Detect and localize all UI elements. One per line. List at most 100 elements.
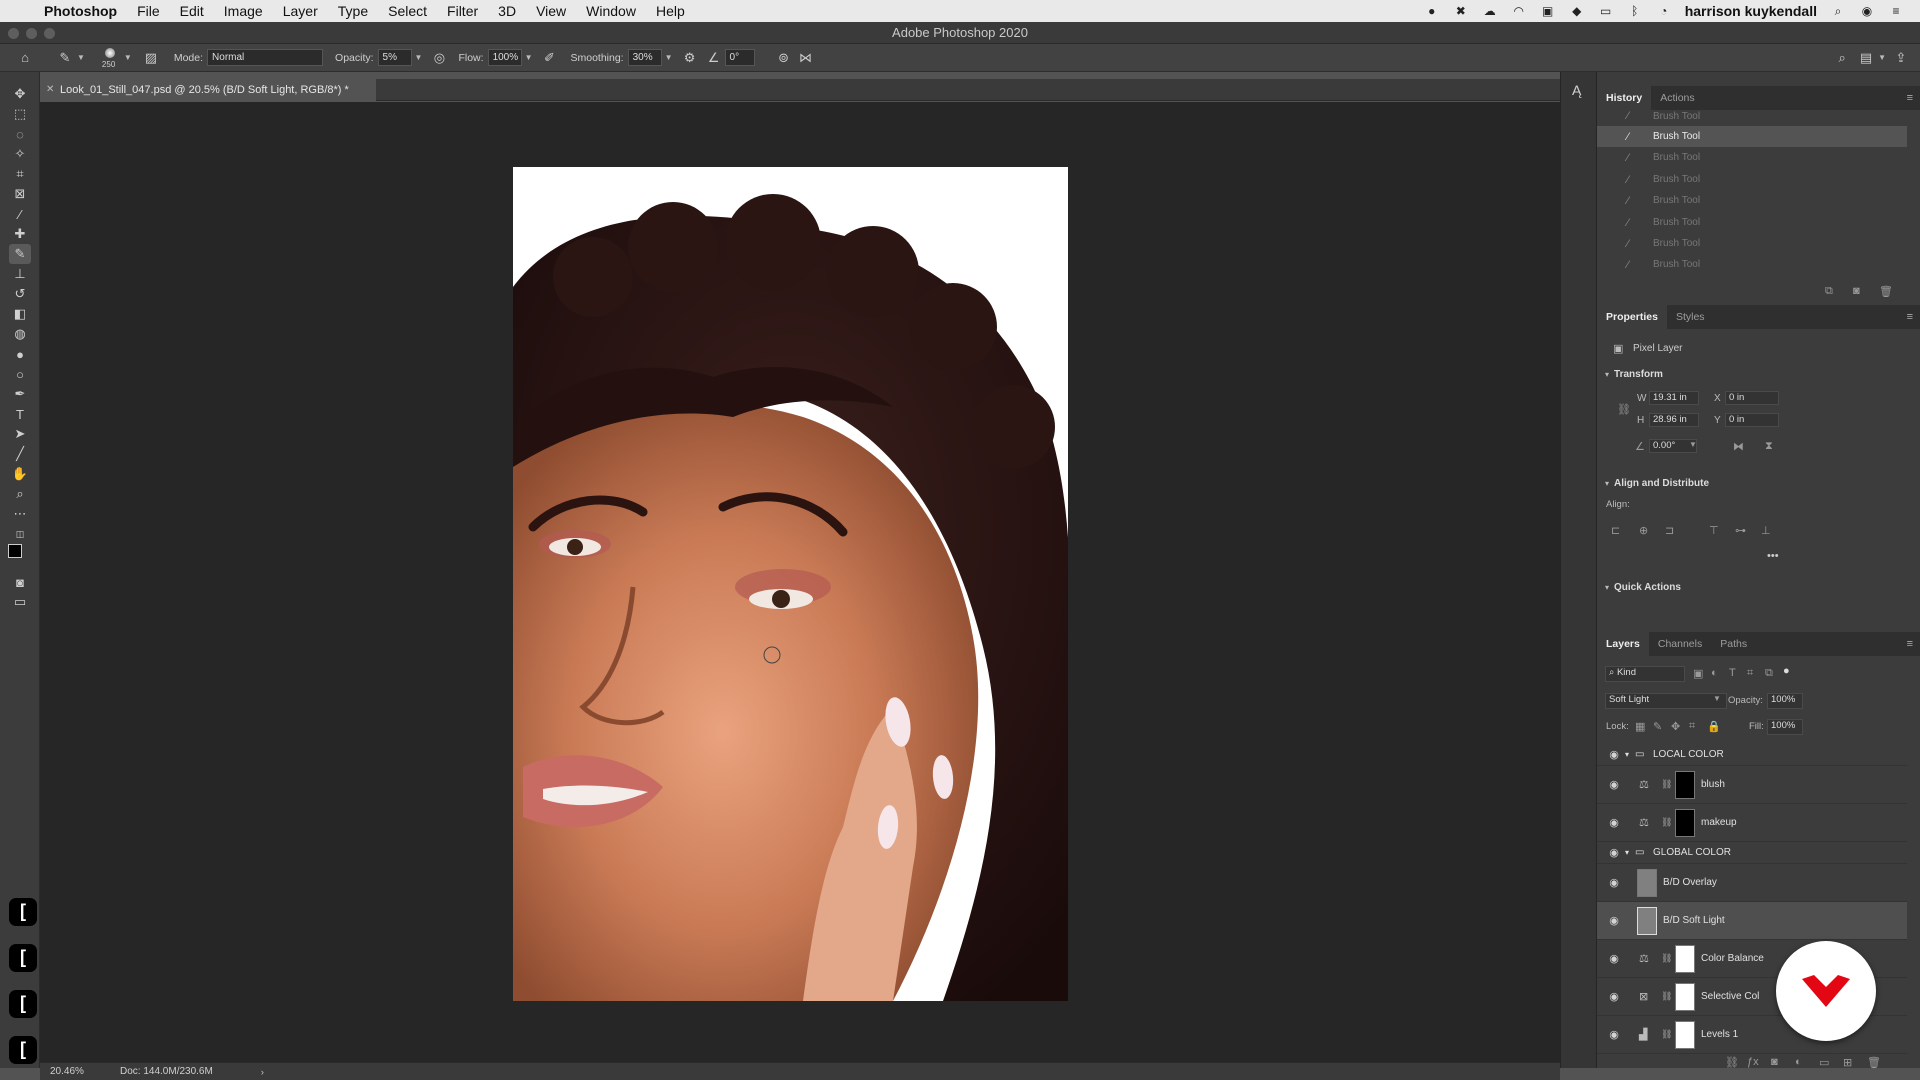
- filter-pixel-icon[interactable]: ▣: [1693, 667, 1703, 680]
- pressure-size-icon[interactable]: ⊚: [775, 49, 793, 67]
- filter-toggle-icon[interactable]: ●: [1783, 665, 1790, 677]
- eye-icon[interactable]: ◉: [1603, 1028, 1625, 1041]
- history-item[interactable]: ⁄ Brush Tool: [1597, 110, 1907, 122]
- tab-paths[interactable]: Paths: [1711, 632, 1756, 656]
- align-top-edges-icon[interactable]: ⊤: [1709, 524, 1719, 537]
- frame-tool-icon[interactable]: ⊠: [9, 184, 31, 204]
- panel-menu-icon[interactable]: ≡: [1907, 92, 1913, 104]
- document-tab[interactable]: ✕ Look_01_Still_047.psd @ 20.5% (B/D Sof…: [40, 79, 376, 101]
- tab-actions[interactable]: Actions: [1651, 86, 1703, 110]
- creative-cloud-icon[interactable]: ◠: [1511, 4, 1527, 18]
- history-item[interactable]: ⁄ Brush Tool: [1597, 254, 1907, 275]
- edit-toolbar-icon[interactable]: ⋯: [9, 504, 31, 524]
- tab-properties[interactable]: Properties: [1597, 305, 1667, 329]
- chevron-right-icon[interactable]: ›: [261, 1067, 264, 1077]
- blend-mode-select[interactable]: Soft Light: [1605, 693, 1727, 709]
- layer-row-makeup[interactable]: ◉ ⚖ ⛓ makeup: [1597, 804, 1907, 842]
- filter-shape-icon[interactable]: ⌗: [1747, 667, 1753, 680]
- align-horizontal-centers-icon[interactable]: ⊕: [1639, 524, 1648, 537]
- tab-styles[interactable]: Styles: [1667, 305, 1714, 329]
- bluetooth-icon[interactable]: ᛒ: [1627, 4, 1643, 18]
- tab-layers[interactable]: Layers: [1597, 632, 1649, 656]
- height-field[interactable]: 28.96 in: [1649, 413, 1699, 427]
- trash-icon[interactable]: 🗑: [1867, 1056, 1881, 1069]
- trash-icon[interactable]: 🗑: [1879, 285, 1893, 298]
- eye-icon[interactable]: ◉: [1603, 816, 1625, 829]
- close-window-icon[interactable]: [8, 28, 19, 39]
- lock-transparent-pixels-icon[interactable]: ▦: [1635, 720, 1645, 733]
- brush-tool-preset-icon[interactable]: ✎: [56, 49, 74, 67]
- notification-center-icon[interactable]: ≡: [1888, 4, 1904, 18]
- lock-image-pixels-icon[interactable]: ✎: [1653, 720, 1662, 733]
- history-item[interactable]: ⁄ Brush Tool: [1597, 126, 1907, 147]
- eraser-tool-icon[interactable]: ◧: [9, 304, 31, 324]
- angle-dropdown-icon[interactable]: ▼: [1689, 440, 1697, 449]
- type-tool-icon[interactable]: T: [9, 404, 31, 424]
- eye-icon[interactable]: ◉: [1603, 990, 1625, 1003]
- more-options-icon[interactable]: •••: [1767, 550, 1779, 562]
- close-tab-icon[interactable]: ✕: [46, 79, 54, 101]
- layer-mask-thumbnail[interactable]: [1675, 1020, 1695, 1049]
- zoom-tool-icon[interactable]: ⌕: [9, 484, 31, 504]
- layer-row-bd-soft-light[interactable]: ◉ B/D Soft Light: [1597, 902, 1907, 940]
- history-item[interactable]: ⁄ Brush Tool: [1597, 212, 1907, 233]
- menu-select[interactable]: Select: [388, 3, 427, 19]
- screen-icon[interactable]: ▣: [1540, 4, 1556, 18]
- align-vertical-centers-icon[interactable]: ⊶: [1735, 524, 1746, 537]
- x-field[interactable]: 0 in: [1725, 391, 1779, 405]
- opacity-input[interactable]: 5%: [377, 49, 412, 66]
- paragraph-panel-icon[interactable]: Ą: [1572, 82, 1581, 98]
- filter-type-icon[interactable]: T: [1729, 667, 1736, 679]
- cloud-icon[interactable]: ☁: [1482, 4, 1498, 18]
- panel-menu-icon[interactable]: ≡: [1907, 311, 1913, 323]
- layer-mask-thumbnail[interactable]: [1675, 808, 1695, 837]
- search-icon[interactable]: ⌕: [1833, 49, 1851, 67]
- healing-brush-tool-icon[interactable]: ✚: [9, 224, 31, 244]
- lock-all-icon[interactable]: 🔒: [1707, 720, 1721, 733]
- layer-row-blush[interactable]: ◉ ⚖ ⛓ blush: [1597, 766, 1907, 804]
- foreground-color-swatch[interactable]: [8, 544, 22, 558]
- document-size[interactable]: Doc: 144.0M/230.6M: [120, 1066, 213, 1077]
- zoom-level[interactable]: 20.46%: [50, 1066, 120, 1077]
- crop-tool-icon[interactable]: ⌗: [9, 164, 31, 184]
- menu-window[interactable]: Window: [586, 3, 636, 19]
- mode-select[interactable]: Normal: [207, 49, 324, 66]
- move-tool-icon[interactable]: ✥: [9, 84, 31, 104]
- search-icon[interactable]: ⌕: [1830, 4, 1846, 18]
- history-item[interactable]: ⁄ Brush Tool: [1597, 233, 1907, 254]
- clone-stamp-tool-icon[interactable]: ⊥: [9, 264, 31, 284]
- user-name[interactable]: harrison kuykendall: [1685, 3, 1817, 19]
- layer-mask-thumbnail[interactable]: [1675, 944, 1695, 973]
- display-icon[interactable]: ▭: [1598, 4, 1614, 18]
- new-layer-icon[interactable]: ⊞: [1843, 1056, 1852, 1069]
- snapshot-camera-icon[interactable]: ◙: [1853, 285, 1860, 297]
- fill-input[interactable]: 100%: [1767, 719, 1803, 735]
- panel-menu-icon[interactable]: ≡: [1907, 638, 1913, 650]
- layer-thumbnail[interactable]: [1637, 906, 1657, 935]
- brush-size-dropdown-icon[interactable]: ▼: [124, 53, 132, 62]
- eye-icon[interactable]: ◉: [1603, 914, 1625, 927]
- history-item[interactable]: ⁄ Brush Tool: [1597, 147, 1907, 168]
- filter-adjustment-icon[interactable]: ◐: [1711, 667, 1718, 679]
- layer-mask-thumbnail[interactable]: [1675, 982, 1695, 1011]
- wifi-icon[interactable]: ◔: [1656, 4, 1672, 18]
- new-adjustment-layer-icon[interactable]: ◐: [1795, 1056, 1802, 1068]
- workspace-dropdown-icon[interactable]: ▼: [1878, 53, 1886, 62]
- menu-image[interactable]: Image: [224, 3, 263, 19]
- lock-position-icon[interactable]: ✥: [1671, 720, 1680, 733]
- layer-style-fx-icon[interactable]: ƒx: [1747, 1056, 1759, 1068]
- hand-tool-icon[interactable]: ✋: [9, 464, 31, 484]
- align-right-edges-icon[interactable]: ⊐: [1665, 524, 1674, 537]
- brush-tool-icon[interactable]: ✎: [9, 244, 31, 264]
- menu-help[interactable]: Help: [656, 3, 685, 19]
- smoothing-dropdown-icon[interactable]: ▼: [665, 53, 673, 62]
- filter-smart-object-icon[interactable]: ⧉: [1765, 667, 1773, 680]
- flip-horizontal-icon[interactable]: ⧓: [1733, 440, 1744, 453]
- blur-tool-icon[interactable]: ●: [9, 344, 31, 364]
- layer-thumbnail[interactable]: [1637, 868, 1657, 897]
- lasso-tool-icon[interactable]: ◌: [9, 124, 31, 144]
- share-icon[interactable]: ⇪: [1892, 49, 1910, 67]
- link-chain-icon[interactable]: ⛓: [1617, 403, 1631, 416]
- symmetry-butterfly-icon[interactable]: ⋈: [797, 49, 815, 67]
- line-tool-icon[interactable]: ╱: [9, 444, 31, 464]
